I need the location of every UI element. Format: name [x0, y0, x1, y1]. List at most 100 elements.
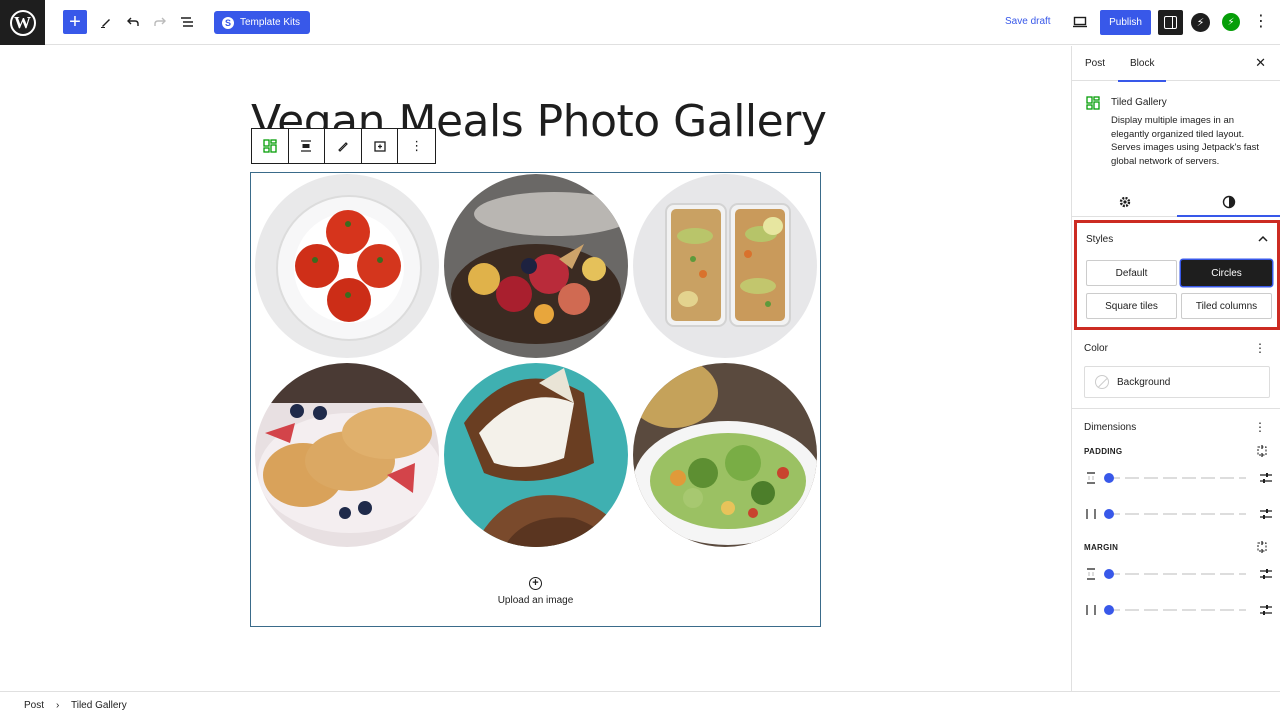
horizontal-sides-icon	[1086, 509, 1096, 519]
slider-track	[1106, 609, 1246, 611]
breadcrumb-item-tiled-gallery[interactable]: Tiled Gallery	[71, 700, 127, 711]
salad-image	[633, 363, 817, 547]
fruit-platter-image	[444, 174, 628, 358]
empty-color-swatch-icon	[1095, 375, 1109, 389]
tab-block[interactable]: Block	[1117, 58, 1168, 82]
template-kits-label: Template Kits	[240, 17, 301, 28]
breadcrumb-item-post[interactable]: Post	[24, 700, 44, 711]
style-option-square-tiles[interactable]: Square tiles	[1086, 293, 1177, 319]
upload-image-area[interactable]: + Upload an image	[251, 577, 820, 606]
color-options-kebab-icon[interactable]: ⋮	[1254, 341, 1266, 355]
redo-icon	[154, 17, 166, 26]
style-option-circles[interactable]: Circles	[1181, 260, 1272, 286]
tomatoes-image	[255, 174, 439, 358]
editor-canvas: Vegan Meals Photo Gallery ⋮ + Upload an …	[0, 46, 1071, 691]
options-menu-kebab-icon[interactable]: ⋮	[1253, 12, 1269, 32]
coconut-image	[444, 363, 628, 547]
slider-track	[1106, 477, 1246, 479]
tools-pencil-button[interactable]	[94, 10, 118, 34]
vertical-sides-icon	[1087, 568, 1095, 580]
add-block-button[interactable]: +	[63, 10, 87, 34]
block-options-button[interactable]: ⋮	[398, 129, 435, 163]
gallery-image-coconut[interactable]	[444, 363, 628, 547]
custom-value-icon[interactable]	[1260, 604, 1272, 616]
custom-value-icon[interactable]	[1260, 568, 1272, 580]
gallery-image-mealprep[interactable]	[633, 174, 817, 358]
wordpress-logo-button[interactable]: W	[0, 0, 45, 45]
gear-icon[interactable]	[1118, 195, 1132, 209]
kebab-icon: ⋮	[410, 138, 424, 153]
custom-value-icon[interactable]	[1260, 472, 1272, 484]
template-kits-button[interactable]: S Template Kits	[214, 11, 310, 34]
slider-thumb[interactable]	[1104, 473, 1114, 483]
settings-sidebar-toggle[interactable]	[1158, 10, 1183, 35]
media-plus-icon	[373, 141, 386, 152]
horizontal-sides-icon	[1086, 605, 1096, 615]
undo-icon	[127, 17, 139, 26]
tiled-gallery-icon	[263, 139, 277, 153]
background-label: Background	[1117, 376, 1171, 388]
styles-panel-highlight: Styles Default Circles Square tiles Tile…	[1074, 220, 1280, 330]
styles-panel-title[interactable]: Styles	[1086, 234, 1113, 245]
upload-image-label: Upload an image	[497, 595, 574, 606]
styles-tab-indicator	[1177, 215, 1280, 217]
margin-horizontal-slider[interactable]	[1084, 604, 1272, 616]
plus-circle-icon: +	[529, 577, 542, 590]
meal-prep-image	[633, 174, 817, 358]
padding-label: PADDING	[1084, 447, 1123, 456]
style-option-default[interactable]: Default	[1086, 260, 1177, 286]
tab-post[interactable]: Post	[1085, 58, 1105, 69]
document-overview-button[interactable]	[175, 10, 199, 34]
sidebar-icon	[1164, 16, 1177, 29]
preview-button[interactable]	[1068, 10, 1092, 34]
block-type-switcher[interactable]	[252, 129, 289, 163]
margin-vertical-slider[interactable]	[1084, 568, 1272, 580]
vertical-sides-icon	[1087, 472, 1095, 484]
pancakes-image	[255, 363, 439, 547]
align-center-icon	[301, 140, 312, 152]
padding-horizontal-slider[interactable]	[1084, 508, 1272, 520]
padding-vertical-slider[interactable]	[1084, 472, 1272, 484]
slider-track	[1106, 513, 1246, 515]
gallery-image-tomatoes[interactable]	[255, 174, 439, 358]
link-sides-icon[interactable]	[1256, 541, 1268, 553]
dimensions-options-kebab-icon[interactable]: ⋮	[1254, 420, 1266, 434]
desktop-preview-icon	[1073, 16, 1087, 28]
panel-divider	[1072, 408, 1280, 409]
list-view-icon	[181, 17, 193, 27]
block-settings-tabs	[1072, 189, 1280, 217]
edit-button[interactable]	[325, 129, 362, 163]
wordpress-logo-icon: W	[9, 9, 36, 36]
redo-button[interactable]	[148, 10, 172, 34]
add-media-button[interactable]	[362, 129, 399, 163]
breadcrumb-separator: ›	[56, 700, 60, 711]
slider-thumb[interactable]	[1104, 569, 1114, 579]
slider-thumb[interactable]	[1104, 605, 1114, 615]
dimensions-panel-title: Dimensions	[1084, 422, 1137, 433]
background-color-button[interactable]: Background	[1084, 366, 1270, 398]
jetpack-icon[interactable]: ⚡	[1222, 13, 1240, 31]
close-icon[interactable]: ✕	[1255, 55, 1266, 71]
block-description: Display multiple images in an elegantly …	[1111, 115, 1260, 167]
block-toolbar: ⋮	[251, 128, 436, 164]
tiled-gallery-block[interactable]: + Upload an image	[250, 172, 821, 627]
jetpack-boost-icon[interactable]: ⚡	[1191, 13, 1210, 32]
publish-button[interactable]: Publish	[1100, 10, 1151, 35]
pencil-icon	[338, 142, 348, 152]
slider-thumb[interactable]	[1104, 509, 1114, 519]
block-breadcrumb: Post › Tiled Gallery	[0, 691, 1280, 717]
custom-value-icon[interactable]	[1260, 508, 1272, 520]
color-panel-title: Color	[1084, 343, 1108, 354]
chevron-up-icon[interactable]	[1258, 235, 1268, 243]
gallery-image-pancakes[interactable]	[255, 363, 439, 547]
sidebar-tabs: Post Block ✕	[1072, 46, 1280, 82]
save-draft-button[interactable]: Save draft	[1005, 16, 1051, 27]
align-button[interactable]	[289, 129, 326, 163]
link-sides-icon[interactable]	[1256, 445, 1268, 457]
undo-button[interactable]	[121, 10, 145, 34]
style-option-tiled-columns[interactable]: Tiled columns	[1181, 293, 1272, 319]
pencil-icon	[101, 19, 110, 28]
gallery-image-salad[interactable]	[633, 363, 817, 547]
styles-half-circle-icon[interactable]	[1222, 195, 1236, 209]
gallery-image-fruit[interactable]	[444, 174, 628, 358]
